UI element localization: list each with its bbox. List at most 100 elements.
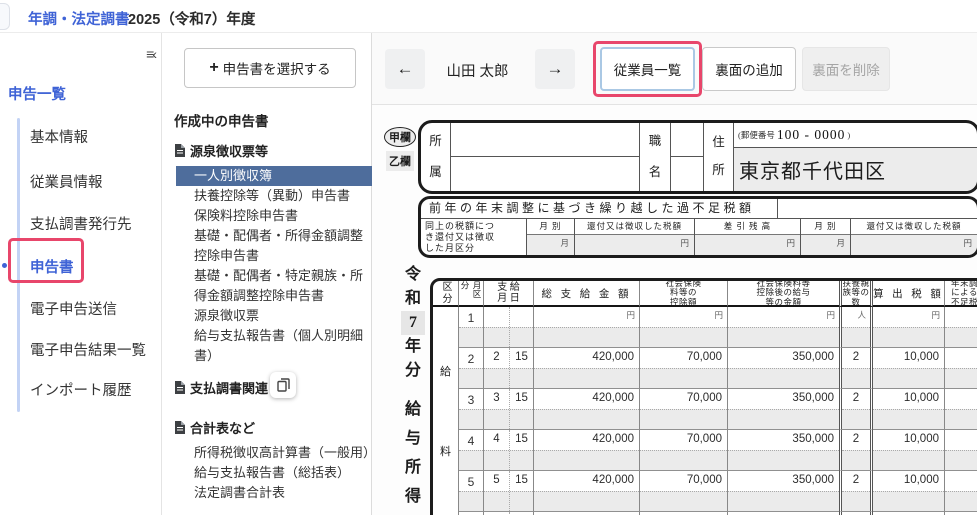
dependents-cell[interactable]: 人 bbox=[839, 307, 873, 348]
sidebar-item-e-filing-results[interactable]: 電子申告結果一覧 bbox=[30, 339, 155, 359]
add-back-page-button[interactable]: 裏面の追加 bbox=[702, 47, 796, 91]
balance-col-header: 差 引 残 高 bbox=[695, 219, 800, 235]
tax-cell[interactable]: 10,000 bbox=[873, 348, 945, 389]
doc-item-withholding-slip[interactable]: 源泉徴収票 bbox=[194, 306, 370, 326]
carryover-title: 前年の年末調整に基づき繰り越した過不足税額 bbox=[421, 199, 778, 218]
dependents-cell[interactable]: 2 bbox=[839, 348, 873, 389]
address-label: 住 所 bbox=[704, 123, 734, 191]
kouran-mark: 甲欄 bbox=[384, 127, 416, 147]
otsuran-mark: 乙欄 bbox=[386, 151, 414, 171]
adjust-cell[interactable] bbox=[945, 430, 977, 471]
social-cell[interactable]: 70,000 bbox=[640, 389, 728, 430]
withholding-items: 一人別徴収簿 扶養控除等（異動）申告書 保険料控除申告書 基礎・配偶者・所得金額… bbox=[194, 166, 370, 366]
adjust-cell[interactable] bbox=[945, 471, 977, 512]
pay-date-cell[interactable]: 315 bbox=[484, 389, 534, 430]
tax-cell[interactable]: 円 bbox=[873, 307, 945, 348]
doc-item-insurance-deduction[interactable]: 保険料控除申告書 bbox=[194, 206, 370, 226]
sidebar-collapse-icon[interactable]: ≡‹ bbox=[146, 46, 155, 62]
carryover-left-label: 同上の税額につ き還付又は徴収 した月区分 bbox=[421, 219, 527, 255]
delete-back-page-button[interactable]: 裏面を削除 bbox=[802, 47, 890, 91]
sidebar-heading[interactable]: 申告一覧 bbox=[8, 83, 66, 104]
after-social-cell[interactable]: 円 bbox=[728, 307, 839, 348]
doc-item-salary-payment-report-summary[interactable]: 給与支払報告書（総括表） bbox=[194, 463, 370, 483]
income-vertical-title: 給 与 所 得 bbox=[401, 395, 425, 511]
gross-cell[interactable]: 420,000 bbox=[534, 430, 640, 471]
prev-employee-button[interactable]: ← bbox=[385, 49, 425, 89]
dependents-cell[interactable]: 2 bbox=[839, 389, 873, 430]
summary-items: 所得税徴収高計算書（一般用） 給与支払報告書（総括表） 法定調書合計表 bbox=[194, 443, 370, 503]
tax-cell[interactable]: 10,000 bbox=[873, 389, 945, 430]
section-withholding-slips: 源泉徴収票等 bbox=[174, 141, 268, 160]
doc-item-per-person-ledger[interactable]: 一人別徴収簿 bbox=[176, 166, 386, 186]
sidebar-item-payment-record-recipients[interactable]: 支払調書発行先 bbox=[30, 213, 155, 233]
app-title: 年調・法定調書 bbox=[28, 8, 130, 29]
employee-list-button[interactable]: 従業員一覧 bbox=[600, 47, 695, 91]
header-pay-date: 支 給 月 日 bbox=[484, 281, 534, 307]
adjust-cell[interactable] bbox=[945, 348, 977, 389]
top-bar: 年調・法定調書 2025（令和7）年度 bbox=[0, 0, 977, 33]
refund-field[interactable]: 円 bbox=[575, 235, 694, 255]
doc-item-basic-spouse-special-relative[interactable]: 基礎・配偶者・特定親族・所 得金額調整控除申告書 bbox=[194, 266, 370, 306]
job-title-label: 職 名 bbox=[639, 123, 671, 191]
doc-item-dependent-exemption[interactable]: 扶養控除等（異動）申告書 bbox=[194, 186, 370, 206]
header-month-div: 月区分 bbox=[459, 281, 484, 307]
tax-cell[interactable]: 10,000 bbox=[873, 430, 945, 471]
month-field[interactable]: 月 bbox=[527, 235, 574, 255]
form-toolbar: ← 山田 太郎 → 従業員一覧 裏面の追加 裏面を削除 bbox=[372, 33, 977, 105]
social-cell[interactable]: 円 bbox=[640, 307, 728, 348]
balance-field[interactable]: 円 bbox=[695, 235, 800, 255]
sidebar-item-tax-forms[interactable]: 申告書 bbox=[30, 256, 155, 276]
month-cell: 5 bbox=[459, 471, 484, 512]
pay-date-cell[interactable] bbox=[484, 307, 534, 348]
pay-date-cell[interactable]: 515 bbox=[484, 471, 534, 512]
after-social-cell[interactable]: 350,000 bbox=[728, 348, 839, 389]
header-gross: 総 支 給 金 額 bbox=[534, 281, 640, 307]
after-social-cell[interactable]: 350,000 bbox=[728, 471, 839, 512]
dependents-cell[interactable]: 2 bbox=[839, 430, 873, 471]
refund-field-2[interactable]: 円 bbox=[851, 235, 977, 255]
copy-button[interactable] bbox=[270, 372, 296, 398]
document-list-panel: + 申告書を選択する 作成中の申告書 源泉徴収票等 一人別徴収簿 扶養控除等（異… bbox=[162, 33, 372, 515]
sidebar-item-e-filing-send[interactable]: 電子申告送信 bbox=[30, 298, 155, 318]
copy-icon bbox=[277, 378, 290, 392]
next-employee-button[interactable]: → bbox=[535, 49, 575, 89]
adjust-cell[interactable] bbox=[945, 389, 977, 430]
adjust-cell[interactable]: 円 bbox=[945, 307, 977, 348]
sidebar-accent-line bbox=[17, 118, 20, 412]
job-field-top[interactable] bbox=[671, 123, 703, 157]
sidebar-item-employee-info[interactable]: 従業員情報 bbox=[30, 171, 155, 191]
refund-col-header: 還付又は徴収した税額 bbox=[575, 219, 694, 235]
pay-date-cell[interactable]: 215 bbox=[484, 348, 534, 389]
sidebar-item-basic-info[interactable]: 基本情報 bbox=[30, 126, 155, 146]
tax-cell[interactable]: 10,000 bbox=[873, 471, 945, 512]
after-social-cell[interactable]: 350,000 bbox=[728, 430, 839, 471]
doc-item-statutory-report-summary[interactable]: 法定調書合計表 bbox=[194, 483, 370, 503]
affiliation-field-top[interactable] bbox=[451, 123, 639, 157]
gross-cell[interactable]: 円 bbox=[534, 307, 640, 348]
social-cell[interactable]: 70,000 bbox=[640, 348, 728, 389]
select-form-button[interactable]: + 申告書を選択する bbox=[184, 48, 356, 88]
month-field-2[interactable]: 月 bbox=[801, 235, 850, 255]
employee-header-box: 所 属 職 名 住 所 (郵便番号 bbox=[418, 120, 977, 194]
sidebar-item-import-history[interactable]: インポート履歴 bbox=[30, 379, 155, 399]
doc-item-salary-payment-report-individual[interactable]: 給与支払報告書（個人別明細 書） bbox=[194, 326, 370, 366]
gross-cell[interactable]: 420,000 bbox=[534, 348, 640, 389]
pay-date-cell[interactable]: 415 bbox=[484, 430, 534, 471]
gross-cell[interactable]: 420,000 bbox=[534, 471, 640, 512]
after-social-cell[interactable]: 350,000 bbox=[728, 389, 839, 430]
carryover-title-field[interactable] bbox=[778, 199, 977, 218]
header-dependents: 扶養親 族等の 数 bbox=[839, 281, 873, 307]
window-edge-button[interactable] bbox=[0, 3, 10, 30]
year-vertical-title: 令 和 7 年 分 bbox=[401, 263, 425, 383]
dependents-cell[interactable]: 2 bbox=[839, 471, 873, 512]
affiliation-label: 所 属 bbox=[421, 123, 451, 191]
doc-item-basic-spouse-adjustment[interactable]: 基礎・配偶者・所得金額調整 控除申告書 bbox=[194, 226, 370, 266]
social-cell[interactable]: 70,000 bbox=[640, 471, 728, 512]
employee-name: 山田 太郎 bbox=[425, 60, 530, 81]
social-cell[interactable]: 70,000 bbox=[640, 430, 728, 471]
address-value[interactable]: 東京都千代田区 bbox=[734, 148, 977, 191]
arrow-right-icon: → bbox=[547, 59, 564, 79]
doc-item-income-tax-calc[interactable]: 所得税徴収高計算書（一般用） bbox=[194, 443, 370, 463]
postal-code-field[interactable]: (郵便番号 100 - 0000 ) bbox=[734, 123, 977, 148]
gross-cell[interactable]: 420,000 bbox=[534, 389, 640, 430]
